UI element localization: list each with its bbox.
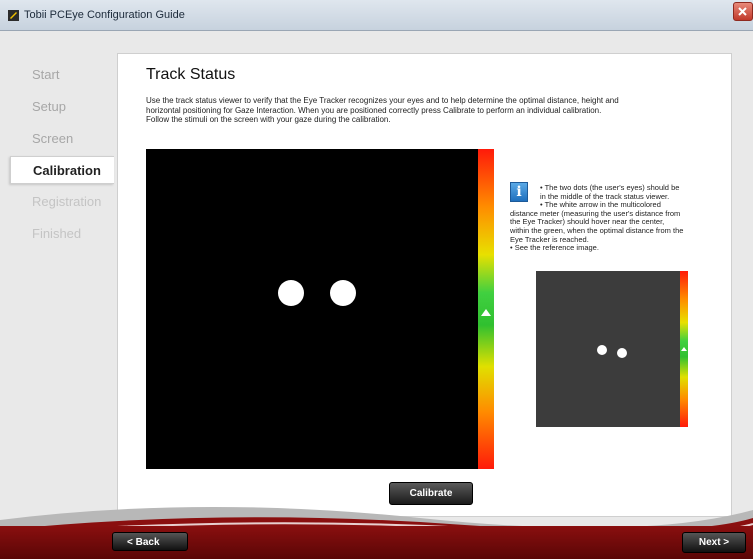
page-description: Use the track status viewer to verify th… (146, 96, 716, 125)
app-icon (8, 10, 19, 21)
reference-arrow-icon (681, 347, 687, 351)
wizard-steps: Start Setup Screen Calibration Registrat… (10, 30, 118, 510)
reference-distance-meter (680, 271, 688, 427)
right-eye-dot (330, 280, 356, 306)
configuration-window: Tobii PCEye Configuration Guide Start Se… (0, 0, 753, 559)
title-bar: Tobii PCEye Configuration Guide (0, 0, 753, 31)
close-button[interactable] (733, 2, 753, 21)
reference-left-eye-dot (597, 345, 607, 355)
back-button[interactable]: < Back (112, 532, 188, 551)
distance-meter (478, 149, 494, 469)
next-button[interactable]: Next > (682, 532, 746, 553)
description-line: horizontal positioning for Gaze Interact… (146, 105, 602, 115)
track-status-viewer (146, 149, 478, 469)
step-setup[interactable]: Setup (10, 93, 108, 121)
step-start[interactable]: Start (10, 61, 108, 89)
left-eye-dot (278, 280, 304, 306)
content-panel: Track Status Use the track status viewer… (117, 53, 732, 517)
reference-right-eye-dot (617, 348, 627, 358)
distance-arrow-icon (481, 309, 491, 316)
description-line: Follow the stimuli on the screen with yo… (146, 115, 391, 124)
info-panel: i • The two dots (the user's eyes) shoul… (510, 182, 720, 272)
page-title: Track Status (146, 66, 236, 83)
close-icon (738, 7, 747, 16)
step-finished: Finished (32, 226, 82, 241)
step-calibration[interactable]: Calibration (10, 156, 114, 184)
step-screen[interactable]: Screen (10, 125, 108, 153)
description-line: Use the track status viewer to verify th… (146, 96, 619, 105)
info-icon: i (510, 182, 528, 202)
info-line: • See the reference image. (510, 243, 599, 253)
step-registration: Registration (32, 194, 102, 209)
reference-image (536, 271, 684, 427)
window-title: Tobii PCEye Configuration Guide (24, 9, 185, 21)
